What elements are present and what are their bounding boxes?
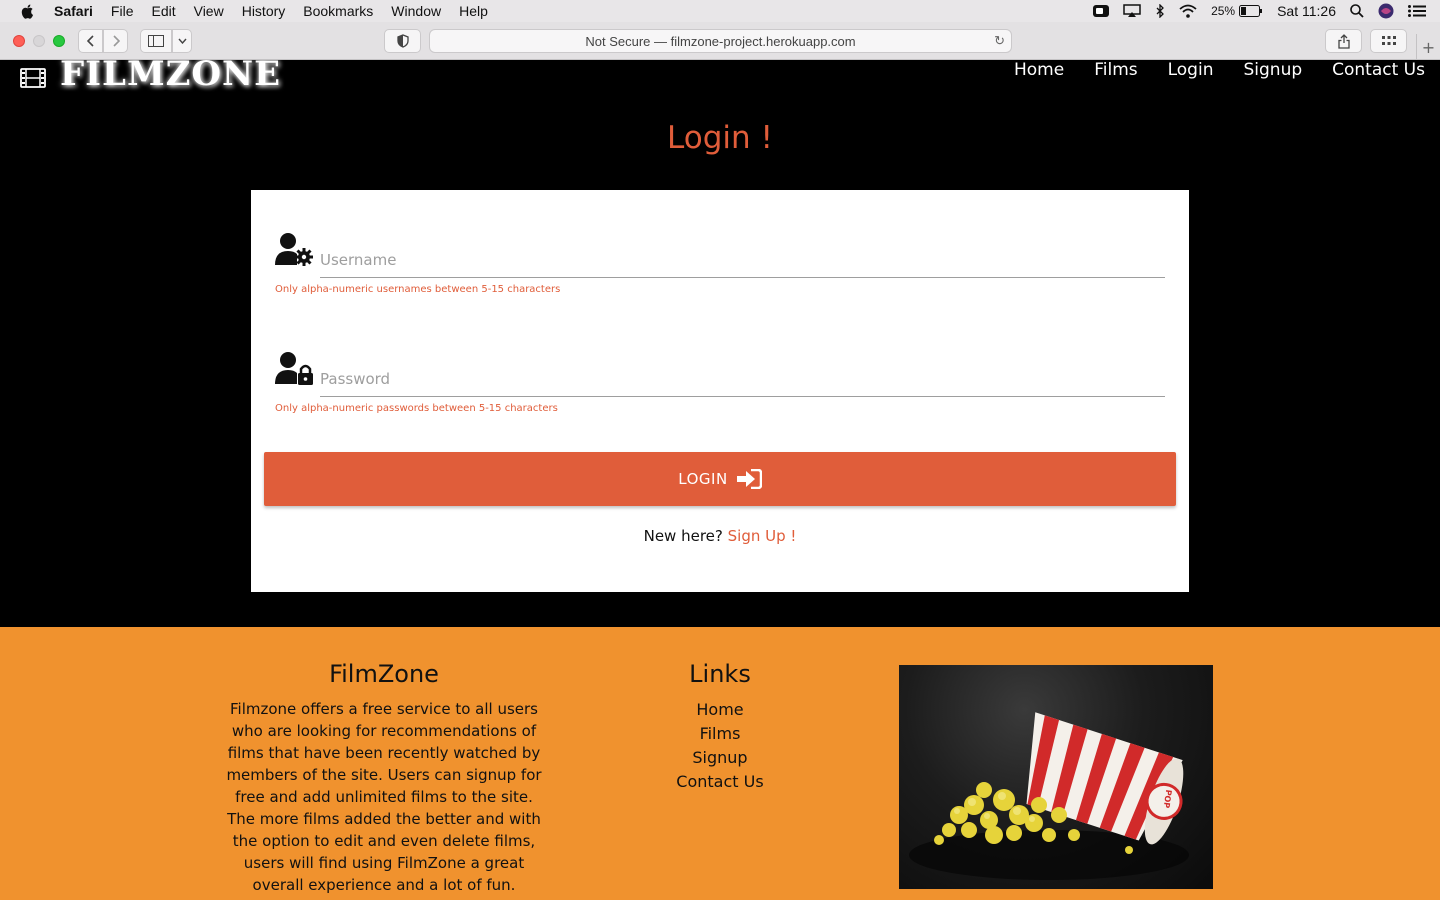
password-helper: Only alpha-numeric passwords between 5-1… <box>275 403 558 414</box>
sign-in-icon <box>736 469 762 489</box>
address-text: Not Secure — filmzone-project.herokuapp.… <box>585 33 856 49</box>
web-page: FILMZONE Home Films Login Signup Contact… <box>0 60 1440 900</box>
popcorn-illustration: POP <box>909 712 1189 880</box>
chevron-down-icon <box>177 38 187 44</box>
bluetooth-icon[interactable] <box>1155 4 1165 18</box>
airplay-icon[interactable] <box>1123 4 1141 18</box>
privacy-report-button[interactable] <box>384 29 421 53</box>
page-title: Login ! <box>667 120 773 156</box>
battery-icon[interactable] <box>1239 5 1263 17</box>
nav-signup[interactable]: Signup <box>1243 60 1302 80</box>
new-here-text: New here? <box>643 527 723 545</box>
sidebar-icon <box>148 35 164 47</box>
browser-toolbar: Not Secure — filmzone-project.herokuapp.… <box>0 22 1440 60</box>
password-input[interactable] <box>320 361 1165 397</box>
login-button-label: LOGIN <box>678 470 728 488</box>
footer-about-title: FilmZone <box>329 660 439 688</box>
footer-about-text: Filmzone offers a free service to all us… <box>226 700 542 894</box>
chevron-left-icon <box>86 35 94 47</box>
menu-bookmarks[interactable]: Bookmarks <box>303 3 373 19</box>
site-logo[interactable]: FILMZONE <box>20 60 281 94</box>
login-card: Only alpha-numeric usernames between 5-1… <box>251 190 1189 592</box>
signup-prompt: New here? Sign Up ! <box>251 527 1189 545</box>
site-footer: FilmZone Filmzone offers a free service … <box>0 627 1440 900</box>
new-tab-button[interactable]: + <box>1416 34 1440 60</box>
sidebar-toggle-button[interactable] <box>140 29 172 53</box>
username-helper: Only alpha-numeric usernames between 5-1… <box>275 284 561 295</box>
user-cog-icon <box>275 233 313 266</box>
grid-icon <box>1381 36 1396 45</box>
footer-link-contact[interactable]: Contact Us <box>620 770 820 794</box>
share-button[interactable] <box>1325 29 1362 53</box>
tab-overview-button[interactable] <box>1370 29 1407 53</box>
footer-link-films[interactable]: Films <box>620 722 820 746</box>
spotlight-search-icon[interactable] <box>1350 4 1364 18</box>
battery-percent: 25% <box>1211 4 1236 18</box>
nav-films[interactable]: Films <box>1094 60 1137 80</box>
control-list-icon[interactable] <box>1408 5 1426 17</box>
zoom-window-button[interactable] <box>53 35 65 47</box>
menu-window[interactable]: Window <box>391 3 441 19</box>
camera-icon[interactable] <box>1093 4 1110 18</box>
signup-link[interactable]: Sign Up ! <box>728 527 797 545</box>
login-button[interactable]: LOGIN <box>264 452 1176 506</box>
footer-link-home[interactable]: Home <box>620 698 820 722</box>
address-bar[interactable]: Not Secure — filmzone-project.herokuapp.… <box>429 29 1012 53</box>
sidebar-menu-button[interactable] <box>172 29 192 53</box>
macos-menubar: Safari File Edit View History Bookmarks … <box>0 0 1440 22</box>
shield-icon <box>396 34 409 48</box>
menu-help[interactable]: Help <box>459 3 488 19</box>
user-lock-icon <box>275 352 313 385</box>
chevron-right-icon <box>112 35 120 47</box>
close-window-button[interactable] <box>13 35 25 47</box>
menu-edit[interactable]: Edit <box>151 3 175 19</box>
clock[interactable]: Sat 11:26 <box>1277 3 1336 19</box>
site-navbar: FILMZONE Home Films Login Signup Contact… <box>0 60 1440 100</box>
nav-contact[interactable]: Contact Us <box>1332 60 1425 80</box>
menu-file[interactable]: File <box>111 3 134 19</box>
forward-button[interactable] <box>103 29 128 53</box>
nav-login[interactable]: Login <box>1168 60 1214 80</box>
footer-link-signup[interactable]: Signup <box>620 746 820 770</box>
wifi-icon[interactable] <box>1179 4 1197 18</box>
footer-links: Links Home Films Signup Contact Us <box>620 660 820 794</box>
minimize-window-button[interactable] <box>33 35 45 47</box>
logo-text: FILMZONE <box>60 60 282 94</box>
password-field <box>275 337 1165 397</box>
menu-history[interactable]: History <box>242 3 286 19</box>
footer-links-title: Links <box>689 660 751 688</box>
footer-about: FilmZone Filmzone offers a free service … <box>224 660 544 896</box>
share-icon <box>1337 33 1350 49</box>
username-field <box>275 218 1165 278</box>
menu-safari[interactable]: Safari <box>54 3 93 19</box>
menu-view[interactable]: View <box>194 3 224 19</box>
film-icon <box>20 68 46 88</box>
popcorn-image: POP <box>899 665 1213 889</box>
username-input[interactable] <box>320 242 1165 278</box>
nav-home[interactable]: Home <box>1014 60 1064 80</box>
reload-icon[interactable]: ↻ <box>994 33 1005 49</box>
apple-icon[interactable] <box>20 3 36 19</box>
siri-icon[interactable] <box>1378 3 1394 19</box>
back-button[interactable] <box>78 29 103 53</box>
